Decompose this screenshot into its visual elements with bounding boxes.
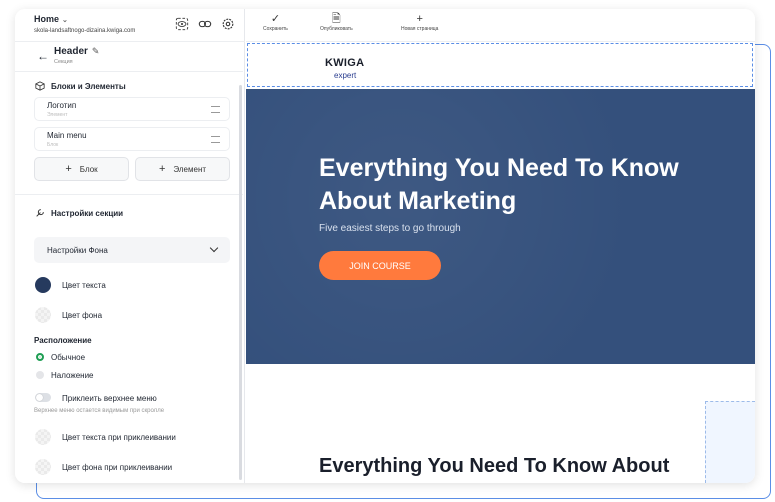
sidebar-header: Home ⌄ skola-landsaftnogo-dizaina.kwiga.c… bbox=[15, 9, 245, 42]
sticky-bg-color-label: Цвет фона при приклеивании bbox=[62, 463, 173, 472]
plus-icon: + bbox=[158, 163, 166, 175]
divider bbox=[15, 71, 243, 72]
checkmark-icon: ✓ bbox=[270, 13, 281, 25]
join-course-button[interactable]: JOIN COURSE bbox=[319, 251, 441, 280]
new-page-label: Новая страница bbox=[401, 26, 439, 32]
sticky-text-color-swatch[interactable] bbox=[35, 429, 51, 445]
sidebar-scrollbar[interactable] bbox=[239, 85, 242, 480]
sticky-menu-toggle[interactable] bbox=[35, 393, 51, 402]
pencil-icon[interactable]: ✎ bbox=[92, 46, 100, 56]
save-button[interactable]: ✓ Сохранить bbox=[263, 12, 288, 32]
chevron-down-icon bbox=[209, 243, 219, 253]
position-heading: Расположение bbox=[34, 336, 92, 345]
drag-handle-icon[interactable] bbox=[211, 136, 220, 143]
preview-eye-icon[interactable] bbox=[175, 17, 189, 31]
radio-overlay-label: Наложение bbox=[51, 371, 94, 380]
plus-icon: + bbox=[416, 13, 423, 25]
text-color-label: Цвет текста bbox=[62, 281, 106, 290]
block-item-type: Элемент bbox=[47, 112, 68, 118]
publish-button[interactable]: 🗎 Опубликовать bbox=[320, 12, 353, 32]
plus-icon: + bbox=[65, 163, 72, 175]
chevron-down-icon: ⌄ bbox=[62, 17, 68, 24]
header-section-selection[interactable]: KWIGA expert bbox=[247, 43, 753, 87]
gear-icon[interactable] bbox=[221, 17, 235, 31]
section-title-text: Header bbox=[54, 46, 88, 57]
text-color-swatch[interactable] bbox=[35, 277, 51, 293]
cube-icon bbox=[35, 81, 45, 91]
radio-overlay[interactable] bbox=[36, 371, 44, 379]
section2-title: Everything You Need To Know About Market… bbox=[319, 455, 670, 483]
section-title: Header ✎ bbox=[54, 46, 99, 57]
bg-settings-dropdown[interactable]: Настройки Фона bbox=[34, 237, 230, 263]
block-item-main-menu[interactable]: Main menu Блок bbox=[34, 127, 230, 151]
block-item-logo[interactable]: Логотип Элемент bbox=[34, 97, 230, 121]
logo-subtext: expert bbox=[334, 71, 357, 80]
publish-document-icon: 🗎 bbox=[331, 13, 341, 25]
selection-placeholder bbox=[705, 401, 755, 483]
editor-window: Home ⌄ skola-landsaftnogo-dizaina.kwiga.c… bbox=[15, 9, 755, 483]
radio-normal[interactable] bbox=[36, 353, 44, 361]
back-arrow-icon[interactable]: ← bbox=[37, 49, 49, 63]
block-item-title: Main menu bbox=[47, 131, 87, 140]
page-canvas: KWIGA expert Everything You Need To Know… bbox=[246, 42, 755, 483]
hero-title: Everything You Need To Know About Market… bbox=[319, 154, 679, 215]
save-label: Сохранить bbox=[263, 26, 288, 32]
publish-label: Опубликовать bbox=[320, 26, 353, 32]
toolbar: ✓ Сохранить 🗎 Опубликовать + Новая стран… bbox=[246, 9, 755, 42]
sticky-menu-hint: Верхнее меню остается видимым при скролл… bbox=[34, 408, 165, 414]
page-selector-label: Home bbox=[34, 14, 60, 24]
page-selector[interactable]: Home ⌄ bbox=[34, 14, 68, 24]
blocks-heading-text: Блоки и Элементы bbox=[51, 81, 126, 91]
hero-subtitle: Five easiest steps to go through bbox=[319, 223, 461, 234]
radio-normal-label: Обычное bbox=[51, 353, 86, 362]
sticky-text-color-label: Цвет текста при приклеивании bbox=[62, 433, 176, 442]
add-block-button[interactable]: + Блок bbox=[34, 157, 129, 181]
block-item-type: Блок bbox=[47, 142, 59, 148]
bg-color-label: Цвет фона bbox=[62, 311, 103, 320]
link-icon[interactable] bbox=[198, 17, 212, 31]
hero-section[interactable]: Everything You Need To Know About Market… bbox=[246, 89, 755, 364]
add-block-label: Блок bbox=[79, 164, 98, 174]
site-url: skola-landsaftnogo-dizaina.kwiga.com bbox=[34, 28, 136, 34]
settings-heading-text: Настройки секции bbox=[51, 208, 124, 218]
logo-text[interactable]: KWIGA bbox=[325, 57, 364, 69]
sidebar: Home ⌄ skola-landsaftnogo-dizaina.kwiga.c… bbox=[15, 9, 245, 483]
drag-handle-icon[interactable] bbox=[211, 106, 220, 113]
add-element-button[interactable]: + Элемент bbox=[135, 157, 230, 181]
sticky-bg-color-swatch[interactable] bbox=[35, 459, 51, 475]
new-page-button[interactable]: + Новая страница bbox=[401, 12, 438, 32]
blocks-heading: Блоки и Элементы bbox=[35, 81, 126, 91]
sticky-menu-label: Приклеить верхнее меню bbox=[62, 394, 157, 403]
divider bbox=[15, 194, 243, 195]
header-icons bbox=[175, 17, 235, 31]
section-subtitle: Секция bbox=[54, 59, 73, 65]
dropdown-label: Настройки Фона bbox=[47, 246, 108, 255]
block-item-title: Логотип bbox=[47, 101, 77, 110]
settings-heading: Настройки секции bbox=[35, 208, 123, 218]
wrench-icon bbox=[36, 209, 44, 217]
add-element-label: Элемент bbox=[173, 164, 207, 174]
bg-color-swatch[interactable] bbox=[35, 307, 51, 323]
